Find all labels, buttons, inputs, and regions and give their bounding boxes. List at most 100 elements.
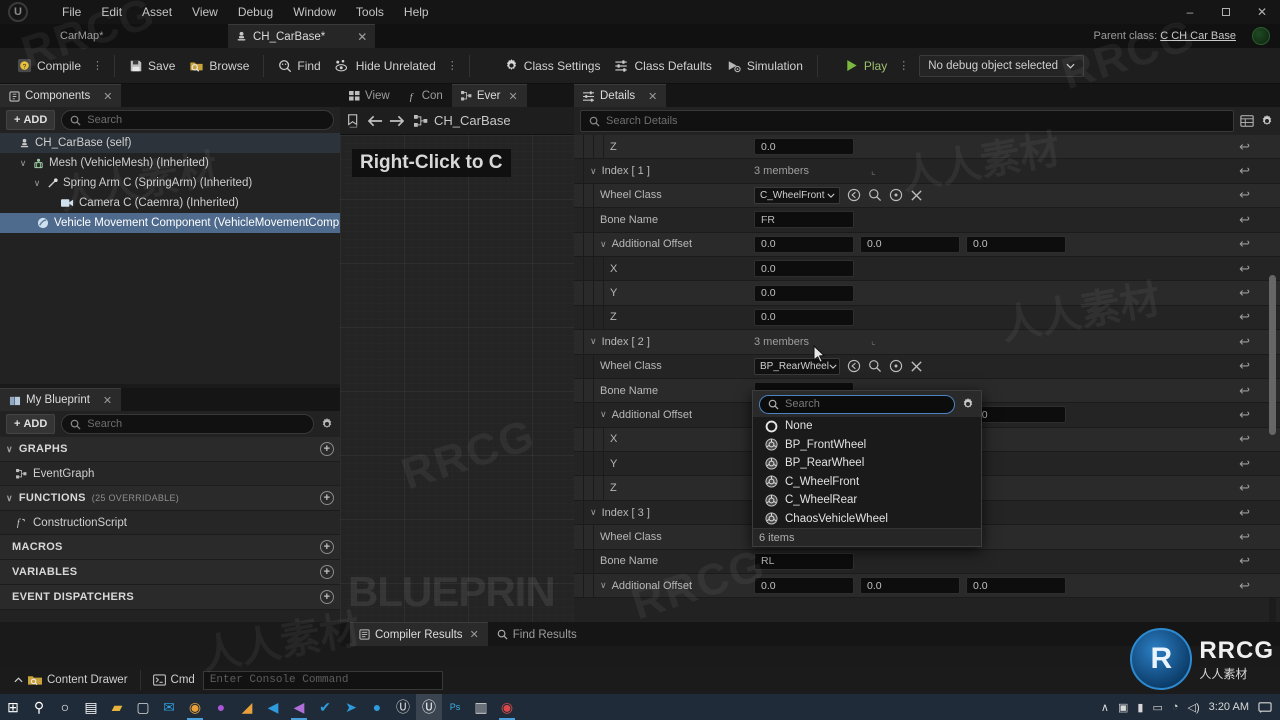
component-tree-row[interactable]: CH_CarBase (self) (0, 133, 340, 153)
tab-find-results[interactable]: Find Results (487, 622, 586, 646)
menu-file[interactable]: File (52, 0, 91, 24)
mail-icon[interactable]: ✉ (156, 694, 182, 720)
dropdown-search-input[interactable] (785, 398, 946, 410)
add-item-icon[interactable]: + (320, 540, 334, 554)
close-icon[interactable]: ✕ (470, 628, 479, 641)
expand-caret[interactable]: ∨ (18, 158, 28, 169)
details-row[interactable]: Y 0.0 ↩ (574, 281, 1280, 306)
parent-class-link[interactable]: C CH Car Base (1160, 30, 1236, 42)
class-picker[interactable]: BP_RearWheel (754, 357, 840, 375)
add-blueprint-item-button[interactable]: + ADD (6, 414, 56, 434)
tray-volume-icon[interactable]: ◁) (1188, 701, 1200, 714)
play-button[interactable]: Play (837, 52, 894, 80)
content-drawer-button[interactable]: Content Drawer (6, 669, 136, 691)
class-settings-button[interactable]: Class Settings (497, 52, 608, 80)
details-row[interactable]: Wheel Class BP_RearWheel ↩ (574, 354, 1280, 379)
menu-help[interactable]: Help (394, 0, 439, 24)
reset-to-default-icon[interactable]: ↩ (1239, 379, 1250, 402)
reset-to-default-icon[interactable]: ↩ (1239, 233, 1250, 256)
telegram-icon[interactable]: ➤ (338, 694, 364, 720)
components-search[interactable] (61, 110, 334, 130)
tray-screen-icon[interactable]: ▣ (1118, 701, 1128, 714)
dropdown-item[interactable]: C_WheelFront (753, 473, 981, 492)
tray-expand-icon[interactable]: ∧ (1101, 701, 1109, 714)
search-input[interactable] (87, 418, 305, 430)
close-icon[interactable]: ✕ (508, 90, 517, 103)
component-tree-row[interactable]: ∨ Mesh (VehicleMesh) (Inherited) (0, 153, 340, 173)
dropdown-settings-gear-icon[interactable] (961, 397, 975, 411)
details-row[interactable]: Bone Name FR ↩ (574, 208, 1280, 233)
photoshop-icon[interactable]: Ps (442, 694, 468, 720)
details-row[interactable]: Wheel Class C_WheelFront ↩ (574, 183, 1280, 209)
vector-component-x[interactable]: 0.0 (754, 577, 854, 595)
add-item-icon[interactable]: + (320, 565, 334, 579)
vector-component-z[interactable]: 0.0 (966, 577, 1066, 595)
use-selected-asset-icon[interactable] (888, 359, 903, 374)
myblueprint-section-header[interactable]: VARIABLES + (0, 560, 340, 585)
tab-my-blueprint[interactable]: My Blueprint ✕ (0, 388, 122, 411)
close-icon[interactable]: ✕ (103, 90, 112, 103)
menu-debug[interactable]: Debug (228, 0, 283, 24)
browse-to-asset-icon[interactable] (846, 359, 861, 374)
details-row[interactable]: ∨ Additional Offset 0.0 0.0 0.0 ↩ (574, 232, 1280, 257)
expand-caret[interactable]: ∨ (590, 336, 597, 347)
reset-to-default-icon[interactable]: ↩ (1239, 550, 1250, 573)
add-item-icon[interactable]: + (320, 442, 334, 456)
compile-options-icon[interactable]: ⋮ (88, 60, 107, 71)
add-item-icon[interactable]: + (320, 491, 334, 505)
microsoft-store-icon[interactable]: ▢ (130, 694, 156, 720)
hide-unrelated-button[interactable]: Hide Unrelated (328, 52, 443, 80)
menu-tools[interactable]: Tools (346, 0, 394, 24)
details-row[interactable]: ∨ Index [ 1 ] 3 members ⌞ ↩ (574, 159, 1280, 184)
find-button[interactable]: Find (271, 52, 327, 80)
reset-to-default-icon[interactable]: ↩ (1239, 281, 1250, 304)
console-command-input[interactable] (209, 674, 436, 686)
number-field[interactable]: 0.0 (754, 138, 854, 156)
bookmark-icon[interactable] (346, 113, 362, 129)
reset-to-default-icon[interactable]: ↩ (1239, 452, 1250, 475)
premiere-icon[interactable]: ▥ (468, 694, 494, 720)
start-button[interactable]: ⊞ (0, 694, 26, 720)
unreal-editor-icon[interactable]: Ⓤ (416, 694, 442, 720)
tab-details[interactable]: Details ✕ (574, 84, 667, 107)
add-item-icon[interactable]: + (320, 590, 334, 604)
component-tree-row[interactable]: Vehicle Movement Component (VehicleMovem… (0, 213, 340, 233)
details-row[interactable]: Z 0.0 ↩ (574, 135, 1280, 160)
browse-button[interactable]: Browse (182, 52, 256, 80)
column-layout-icon[interactable] (1240, 114, 1254, 128)
notifications-icon[interactable] (1258, 701, 1272, 714)
simulation-button[interactable]: Simulation (719, 52, 810, 80)
myblueprint-section-header[interactable]: ∨ GRAPHS + (0, 437, 340, 462)
details-row[interactable]: ∨ Index [ 2 ] 3 members ⌞ ↩ (574, 330, 1280, 355)
details-settings-gear-icon[interactable] (1260, 114, 1274, 128)
back-arrow-icon[interactable] (368, 115, 383, 127)
close-icon[interactable]: ✕ (103, 394, 112, 407)
compile-button[interactable]: ? Compile (10, 52, 88, 80)
reset-to-default-icon[interactable]: ↩ (1239, 330, 1250, 353)
number-field[interactable]: 0.0 (754, 260, 854, 278)
save-button[interactable]: Save (122, 52, 182, 80)
expand-caret[interactable]: ∨ (590, 507, 597, 518)
dropdown-search[interactable] (759, 394, 955, 414)
expand-caret[interactable]: ∨ (600, 239, 607, 250)
reset-to-default-icon[interactable]: ↩ (1239, 355, 1250, 378)
vscode-insiders-icon[interactable]: ◀ (286, 694, 312, 720)
menu-window[interactable]: Window (283, 0, 346, 24)
tab-ch-carbase[interactable]: CH_CarBase* ✕ (228, 24, 376, 48)
tab-event-graph[interactable]: Ever ✕ (451, 84, 527, 107)
text-field[interactable]: FR (754, 211, 854, 229)
class-defaults-button[interactable]: Class Defaults (607, 52, 718, 80)
expand-caret[interactable]: ∨ (600, 580, 607, 591)
dropdown-item[interactable]: BP_FrontWheel (753, 436, 981, 455)
tab-compiler-results[interactable]: Compiler Results ✕ (350, 622, 488, 646)
github-icon[interactable]: ● (208, 694, 234, 720)
text-field[interactable]: RL (754, 552, 854, 570)
menu-view[interactable]: View (182, 0, 228, 24)
array-handle-icon[interactable]: ⌞ (871, 166, 876, 177)
vector-component-x[interactable]: 0.0 (754, 235, 854, 253)
component-tree-row[interactable]: Camera C (Caemra) (Inherited) (0, 193, 340, 213)
vector-component-y[interactable]: 0.0 (860, 577, 960, 595)
browse-to-asset-icon[interactable] (846, 188, 861, 203)
reset-to-default-icon[interactable]: ↩ (1239, 257, 1250, 280)
details-row[interactable]: Z 0.0 ↩ (574, 305, 1280, 331)
